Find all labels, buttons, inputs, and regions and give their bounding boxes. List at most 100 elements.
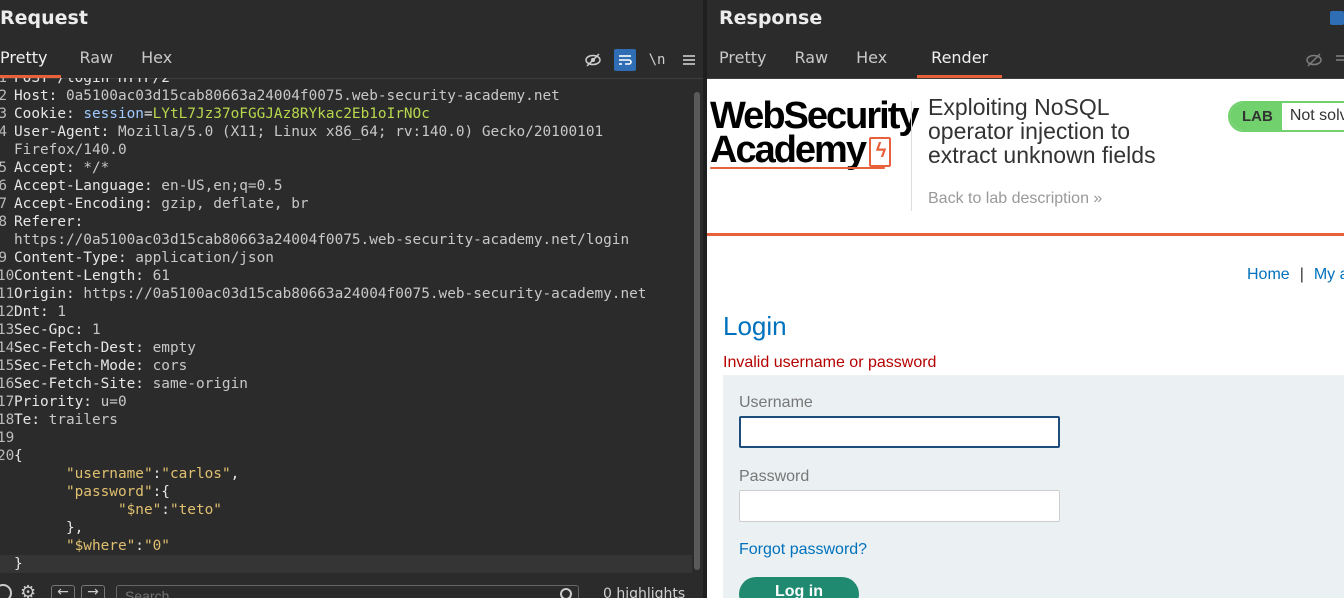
token: Dnt: — [14, 304, 58, 320]
line-text: "password":{ — [14, 483, 170, 501]
tab-raw[interactable]: Raw — [780, 46, 842, 78]
username-field[interactable] — [739, 416, 1060, 448]
editor-line[interactable]: 20{ — [0, 447, 692, 465]
token: Content-Type: — [14, 250, 136, 266]
layout-toggle-icon[interactable] — [1330, 11, 1344, 25]
line-number: 8 — [0, 214, 7, 230]
line-text: Priority: u=0 — [14, 393, 127, 411]
token: 61 — [152, 268, 170, 284]
editor-line[interactable]: 4 User-Agent: Mozilla/5.0 (X11; Linux x86… — [0, 123, 692, 141]
token: 1 — [91, 322, 101, 338]
newline-icon[interactable]: \n — [646, 49, 668, 71]
rendered-page: WebSecurity Academy ϟ Exploiting NoSQL op… — [707, 79, 1344, 598]
editor-line[interactable]: 10 Content-Length: 61 — [0, 267, 692, 285]
line-number: 16 — [0, 376, 15, 392]
token: Te: — [14, 412, 49, 428]
header-divider — [911, 101, 912, 211]
token: Cookie: — [14, 106, 84, 122]
token: "$ne" — [117, 502, 162, 518]
editor-line[interactable]: 17 Priority: u=0 — [0, 393, 692, 411]
settings-icon[interactable]: ⚙ — [20, 584, 42, 598]
token: application/json — [135, 250, 274, 266]
menu-icon[interactable] — [678, 49, 700, 71]
tab-hex[interactable]: Hex — [842, 46, 901, 78]
line-text: Firefox/140.0 — [14, 141, 127, 159]
line-text: Host: 0a5100ac03d15cab80663a24004f0075.w… — [14, 87, 560, 105]
token: Accept-Language: — [14, 178, 162, 194]
editor-line[interactable]: 15 Sec-Fetch-Mode: cors — [0, 357, 692, 375]
editor-line[interactable]: }, — [0, 519, 692, 537]
token: "password" — [65, 484, 153, 500]
editor-line[interactable]: 7 Accept-Encoding: gzip, deflate, br — [0, 195, 692, 213]
editor-line[interactable]: "password":{ — [0, 483, 692, 501]
token: : — [135, 538, 144, 554]
editor-line[interactable]: 6 Accept-Language: en-US,en;q=0.5 — [0, 177, 692, 195]
editor-line[interactable]: 1 POST /login HTTP/2 — [0, 78, 692, 87]
line-text: Origin: https://0a5100ac03d15cab80663a24… — [14, 285, 646, 303]
line-number: 4 — [0, 124, 7, 140]
response-panel: Response Pretty Raw Hex Render WebSecuri… — [707, 0, 1344, 598]
tab-pretty[interactable]: Pretty — [0, 46, 62, 78]
token: = — [143, 106, 153, 122]
line-text: Sec-Fetch-Mode: cors — [14, 357, 187, 375]
line-number: 15 — [0, 358, 15, 374]
line-text: Accept-Language: en-US,en;q=0.5 — [14, 177, 283, 195]
token: Priority: — [14, 394, 101, 410]
academy-header: WebSecurity Academy ϟ Exploiting NoSQL op… — [707, 79, 1344, 236]
line-text: Referer: — [14, 213, 92, 231]
editor-line[interactable]: 5 Accept: */* — [0, 159, 692, 177]
site-nav: Home | My account — [1247, 266, 1344, 284]
tab-pretty[interactable]: Pretty — [707, 46, 780, 78]
help-icon[interactable] — [0, 584, 12, 598]
forgot-password-link[interactable]: Forgot password? — [739, 541, 867, 559]
editor-line[interactable]: 18 Te: trailers — [0, 411, 692, 429]
token: https://0a5100ac03d15cab80663a24004f0075… — [83, 286, 647, 302]
nav-my-account-link[interactable]: My account — [1314, 266, 1344, 283]
token: gzip, deflate, br — [161, 196, 309, 212]
editor-line[interactable]: Firefox/140.0 — [0, 141, 692, 159]
line-number: 2 — [0, 88, 7, 104]
editor-line[interactable]: 11 Origin: https://0a5100ac03d15cab80663a… — [0, 285, 692, 303]
back-to-description-link[interactable]: Back to lab description » — [928, 190, 1102, 208]
hide-nonprintable-icon[interactable] — [1303, 49, 1325, 71]
line-text: Content-Length: 61 — [14, 267, 170, 285]
line-text: https://0a5100ac03d15cab80663a24004f0075… — [14, 231, 629, 249]
request-editor[interactable]: 1 POST /login HTTP/2 2 Host: 0a5100ac03d15c… — [0, 78, 692, 573]
editor-line[interactable]: 14 Sec-Fetch-Dest: empty — [0, 339, 692, 357]
wrap-lines-icon[interactable] — [614, 49, 636, 71]
search-input[interactable] — [116, 585, 579, 598]
editor-line[interactable]: } — [0, 555, 692, 573]
editor-line[interactable]: 16 Sec-Fetch-Site: same-origin — [0, 375, 692, 393]
token: }, — [14, 520, 84, 536]
editor-line[interactable]: 2 Host: 0a5100ac03d15cab80663a24004f0075.… — [0, 87, 692, 105]
editor-line[interactable]: 9 Content-Type: application/json — [0, 249, 692, 267]
editor-line[interactable]: 19 — [0, 429, 692, 447]
editor-line[interactable]: "$ne":"teto" — [0, 501, 692, 519]
login-button[interactable]: Log in — [739, 577, 859, 598]
request-scrollbar[interactable] — [694, 92, 700, 570]
wrap-lines-icon[interactable] — [1335, 49, 1344, 71]
tab-hex[interactable]: Hex — [127, 46, 186, 78]
editor-line[interactable]: 12 Dnt: 1 — [0, 303, 692, 321]
editor-line[interactable]: 8 Referer: — [0, 213, 692, 231]
academy-logo[interactable]: WebSecurity Academy ϟ — [710, 97, 919, 169]
token: Content-Length: — [14, 268, 153, 284]
line-text: Content-Type: application/json — [14, 249, 274, 267]
editor-line[interactable]: 3 Cookie: session=LYtL7Jz37oFGGJAz8RYkac2… — [0, 105, 692, 123]
hide-nonprintable-icon[interactable] — [582, 49, 604, 71]
next-match-icon[interactable]: → — [81, 585, 105, 598]
password-field[interactable] — [739, 490, 1060, 522]
line-text: Accept-Encoding: gzip, deflate, br — [14, 195, 309, 213]
editor-line[interactable]: https://0a5100ac03d15cab80663a24004f0075… — [0, 231, 692, 249]
line-number: 3 — [0, 106, 7, 122]
token: */* — [83, 160, 110, 176]
editor-line[interactable]: "$where":"0" — [0, 537, 692, 555]
tab-render[interactable]: Render — [917, 46, 1003, 78]
nav-home-link[interactable]: Home — [1247, 266, 1290, 283]
editor-line[interactable]: 13 Sec-Gpc: 1 — [0, 321, 692, 339]
editor-line[interactable]: "username":"carlos", — [0, 465, 692, 483]
token: Accept-Encoding: — [14, 196, 162, 212]
tab-raw[interactable]: Raw — [61, 46, 127, 78]
response-tabs: Pretty Raw Hex Render — [707, 46, 1003, 78]
prev-match-icon[interactable]: ← — [51, 585, 75, 598]
